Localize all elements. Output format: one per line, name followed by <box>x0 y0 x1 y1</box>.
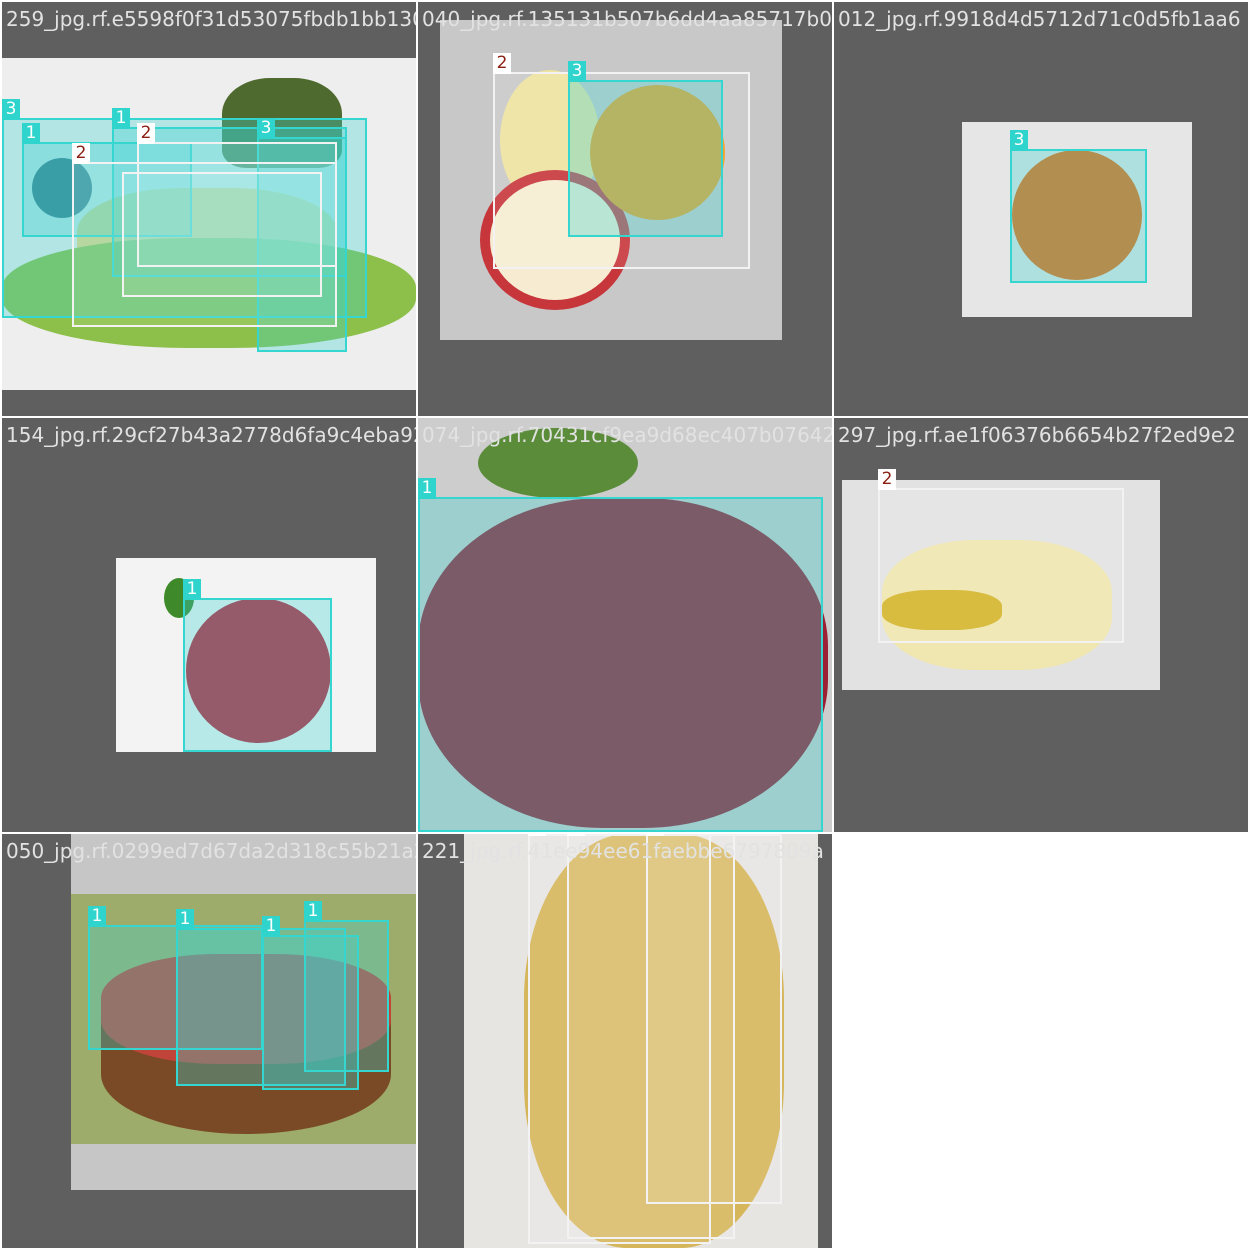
orange-label: 3 <box>568 61 586 82</box>
orange-label: 3 <box>1010 130 1028 151</box>
apple-label: 1 <box>418 478 436 499</box>
apple-label: 1 <box>22 123 40 144</box>
apple-box: 1 <box>304 901 389 1072</box>
mosaic-tile-5: 074_jpg.rf.70431cf9ea9d68ec407b076429958… <box>418 418 832 832</box>
apple-label: 1 <box>88 906 106 927</box>
banana-label: 2 <box>646 834 664 836</box>
orange-box: 3 <box>1010 130 1147 283</box>
tile-title: 259_jpg.rf.e5598f0f31d53075fbdb1bb130597 <box>6 7 416 31</box>
tile-title: 297_jpg.rf.ae1f06376b6654b27f2ed9e2 <box>838 423 1236 447</box>
tile-title: 050_jpg.rf.0299ed7d67da2d318c55b21a21 <box>6 839 416 863</box>
banana-box: 2 <box>646 834 782 1204</box>
banana-label: 2 <box>137 123 155 144</box>
banana-label: 2 <box>567 834 585 836</box>
mosaic-tile-1: 259_jpg.rf.e5598f0f31d53075fbdb1bb130597… <box>2 2 416 416</box>
apple-box: 1 <box>418 478 823 832</box>
banana-label: 2 <box>878 469 896 490</box>
mosaic-tile-8: 221_jpg.rf.41ee94ee61faebbe6797809a 2 2 … <box>418 834 832 1248</box>
tile-title: 074_jpg.rf.70431cf9ea9d68ec407b076429958 <box>422 423 832 447</box>
apple-label: 1 <box>304 901 322 922</box>
banana-label: 2 <box>493 53 511 74</box>
apple-label: 1 <box>176 909 194 930</box>
banana-box: 2 <box>878 469 1124 643</box>
orange-box: 3 <box>568 61 723 237</box>
tile-title: 154_jpg.rf.29cf27b43a2778d6fa9c4eba92c0 <box>6 423 416 447</box>
mosaic-tile-7: 050_jpg.rf.0299ed7d67da2d318c55b21a21 1 … <box>2 834 416 1248</box>
orange-label: 3 <box>257 118 275 139</box>
mosaic-tile-6: 297_jpg.rf.ae1f06376b6654b27f2ed9e2 2 <box>834 418 1248 832</box>
mosaic-tile-4: 154_jpg.rf.29cf27b43a2778d6fa9c4eba92c0 … <box>2 418 416 832</box>
tile-title: 040_jpg.rf.135131b507b6dd4aa85717b0219e7 <box>422 7 832 31</box>
banana-box: 2 <box>137 123 337 267</box>
orange-label: 3 <box>2 99 20 120</box>
apple-label: 1 <box>262 916 280 937</box>
tile-title: 012_jpg.rf.9918d4d5712d71c0d5fb1aa6 <box>838 7 1241 31</box>
apple-label: 1 <box>112 108 130 129</box>
apple-box: 1 <box>183 579 332 752</box>
mosaic-tile-2: 040_jpg.rf.135131b507b6dd4aa85717b0219e7… <box>418 2 832 416</box>
mosaic-tile-3: 012_jpg.rf.9918d4d5712d71c0d5fb1aa6 3 <box>834 2 1248 416</box>
tile-title: 221_jpg.rf.41ee94ee61faebbe6797809a <box>422 839 824 863</box>
apple-label: 1 <box>183 579 201 600</box>
banana-label: 2 <box>72 143 90 164</box>
banana-label: 2 <box>528 834 546 836</box>
